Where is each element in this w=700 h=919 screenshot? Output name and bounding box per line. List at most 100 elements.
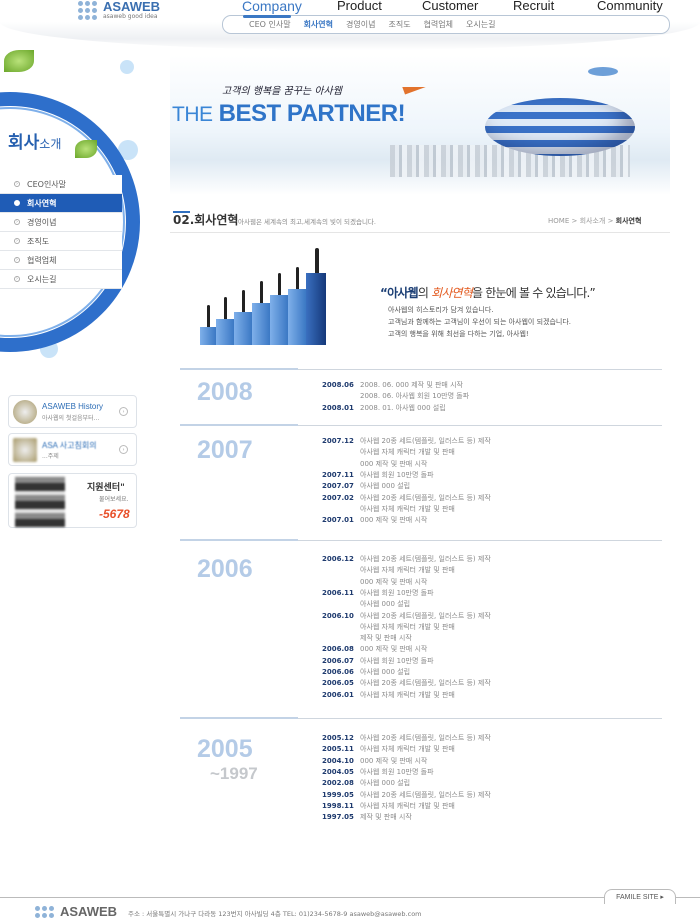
sidebar-item-partners[interactable]: › 협력업체 [0,251,122,270]
history-entry: 2007.01 000 제작 및 판매 시작 [322,515,427,526]
history-entry: 2008.06 2008. 06. 000 제작 및 판매 시작 [322,380,463,391]
history-entry: 2006.01 아사웹 자체 캐릭터 개발 및 판매 [322,690,455,701]
history-entry: 2006.10 아사웹 20종 세트(템플릿, 일러스트 등) 제작 [322,611,491,622]
entry-text: 000 제작 및 판매 시작 [360,756,428,765]
nav-customer[interactable]: Customer [422,0,478,13]
entry-date: 2007.01 [322,516,354,525]
paper-plane-icon [402,79,426,95]
entry-text: 2008. 06. 아사웹 회원 10만명 돌파 [360,392,470,401]
subnav-philosophy[interactable]: 경영이념 [346,19,375,30]
meeting-box[interactable]: ASA 사고침회의 ...주제 › [8,433,137,466]
arrow-icon: › [14,219,20,225]
logo-slogan: asaweb good idea [103,13,158,20]
nav-recruit[interactable]: Recruit [513,0,554,13]
history-entry: 2006.07 아사웹 회원 10만명 돌파 [322,656,434,667]
breadcrumb-about[interactable]: 회사소개 [580,217,606,225]
history-entry: 아사웹 자체 캐릭터 개발 및 판매 [322,447,455,458]
year-heading: 2006 [197,555,253,583]
nav-company[interactable]: Company [242,0,302,14]
entry-text: 아사웹 자체 캐릭터 개발 및 판매 [360,801,455,810]
small-blimp-image [588,67,618,76]
arrow-icon: › [14,181,20,187]
logo[interactable]: ASAWEB asaweb good idea [78,0,160,20]
bubble-decoration [120,60,134,74]
blurred-image [13,438,37,462]
entry-text: 아사웹 자체 캐릭터 개발 및 판매 [360,448,455,457]
entry-text: 000 제작 및 판매 시작 [360,459,428,468]
nav-active-indicator [243,15,291,18]
sidebar-item-label: 회사연혁 [27,198,57,208]
entry-text: 아사웹 000 설립 [360,600,411,609]
entry-text: 아사웹 회원 10만명 돌파 [360,588,434,597]
entry-date: 2006.10 [322,611,354,620]
entry-text: 아사웹 20종 세트(템플릿, 일러스트 등) 제작 [360,734,491,742]
entry-text: 아사웹 자체 캐릭터 개발 및 판매 [360,690,455,699]
support-center-box[interactable]: 지원센터" 물어보세요. -5678 [8,473,137,528]
intro-line: 고객님과 함께하는 고객님이 우선이 되는 아사웹이 되겠습니다. [388,318,572,326]
entry-date: 2006.12 [322,555,354,563]
entry-date: 1999.05 [322,790,354,799]
entry-date: 2008.01 [322,403,354,412]
entry-text: 아사웹 20종 세트(템플릿, 일러스트 등) 제작 [360,679,491,688]
subnav-organization[interactable]: 조직도 [388,19,410,30]
box-title: 지원센터" [87,483,125,493]
box-subtitle: ...주제 [42,453,59,460]
banner-tagline: 고객의 행복을 꿈꾸는 아사웹 [222,86,342,97]
breadcrumb-home[interactable]: HOME [548,217,569,225]
arrow-icon: › [14,238,20,244]
entry-date: 2004.10 [322,756,354,765]
arrow-icon: › [14,276,20,282]
entry-date: 2007.12 [322,437,354,445]
entry-text: 아사웹 자체 캐릭터 개발 및 판매 [360,622,455,631]
history-entry: 2005.12 아사웹 20종 세트(템플릿, 일러스트 등) 제작 [322,733,491,744]
history-entry: 000 제작 및 판매 시작 [322,459,427,470]
subnav-partners[interactable]: 협력업체 [424,19,453,30]
year-heading: 2008 [197,378,253,406]
entry-date: 2006.05 [322,679,354,688]
family-site-button[interactable]: FAMILE SITE ▸ [604,889,676,904]
sidebar-item-philosophy[interactable]: › 경영이념 [0,213,122,232]
history-entry: 2004.05 아사웹 회원 10만명 돌파 [322,767,434,778]
sidebar-item-directions[interactable]: › 오시는길 [0,270,122,289]
page-title: 02.회사연혁 [173,211,239,227]
sidebar-item-ceo[interactable]: › CEO인사말 [0,175,122,194]
history-entry: 2006.05 아사웹 20종 세트(템플릿, 일러스트 등) 제작 [322,678,491,689]
entry-date: 2006.01 [322,690,354,699]
logo-dots-icon [78,0,97,20]
year-divider [180,539,662,541]
history-entry: 2006.11 아사웹 회원 10만명 돌파 [322,588,434,599]
entry-date: 2007.11 [322,470,354,479]
history-entry: 2006.06 아사웹 000 설립 [322,667,410,678]
breadcrumb-current: 회사연혁 [615,217,642,225]
history-box[interactable]: ASAWEB History 아사웹의 첫걸음부터... › [8,395,137,428]
leaf-icon [4,50,34,72]
entry-text: 아사웹 20종 세트(템플릿, 일러스트 등) 제작 [360,611,491,620]
subnav-directions[interactable]: 오시는길 [466,19,495,30]
history-entry: 2004.10 000 제작 및 판매 시작 [322,756,427,767]
entry-text: 000 제작 및 판매 시작 [360,516,428,525]
entry-date: 2006.08 [322,645,354,654]
nav-product[interactable]: Product [337,0,382,13]
sidebar-item-organization[interactable]: › 조직도 [0,232,122,251]
subnav-history[interactable]: 회사연혁 [304,19,333,30]
intro-quote: “아사웹의 회사연혁을 한눈에 볼 수 있습니다.” [380,286,596,300]
blimp-image [485,98,635,156]
box-subtitle: 아사웹의 첫걸음부터... [42,415,100,422]
sidebar-item-history[interactable]: 회사연혁 [0,194,122,213]
history-entry: 2006.08 000 제작 및 판매 시작 [322,644,427,655]
year-divider [180,424,662,426]
history-entry: 2007.07 아사웹 000 설립 [322,481,410,492]
history-entry: 2006.12 아사웹 20종 세트(템플릿, 일러스트 등) 제작 [322,554,491,565]
subnav-ceo[interactable]: CEO 인사말 [249,19,291,30]
history-entry: 아사웹 자체 캐릭터 개발 및 판매 [322,504,455,515]
entry-text: 아사웹 자체 캐릭터 개발 및 판매 [360,504,455,513]
history-entry: 아사웹 자체 캐릭터 개발 및 판매 [322,565,455,576]
nav-community[interactable]: Community [597,0,663,13]
history-entry: 아사웹 000 설립 [322,599,410,610]
entry-text: 2008. 06. 000 제작 및 판매 시작 [360,381,463,389]
entry-date: 2002.08 [322,779,354,788]
entry-date: 2006.07 [322,656,354,665]
sidebar-item-label: 경영이념 [27,217,57,227]
entry-text: 아사웹 000 설립 [360,668,411,676]
entry-date: 1997.05 [322,813,354,822]
